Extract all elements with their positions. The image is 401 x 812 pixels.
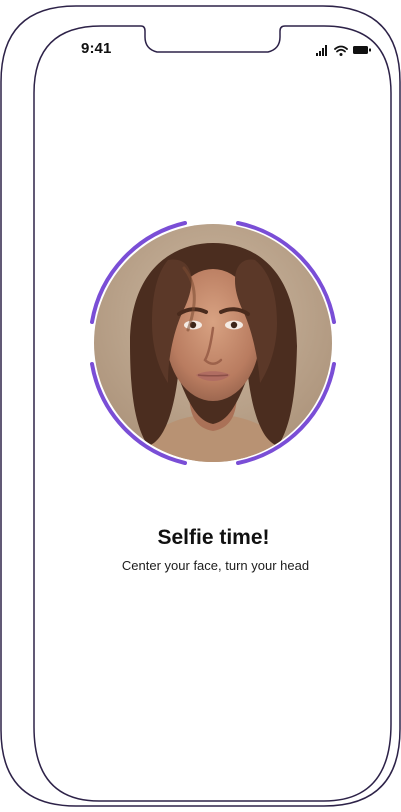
wifi-icon xyxy=(334,45,348,56)
battery-icon xyxy=(353,46,371,54)
selfie-instructions: Center your face, turn your head xyxy=(121,558,310,573)
status-icons xyxy=(316,45,371,56)
status-time: 9:41 xyxy=(81,40,112,57)
cellular-signal-icon xyxy=(316,45,327,56)
selfie-preview xyxy=(90,221,336,465)
selfie-title: Selfie time! xyxy=(157,526,270,549)
right-iris xyxy=(230,321,238,329)
face-camera-feed xyxy=(94,224,332,462)
